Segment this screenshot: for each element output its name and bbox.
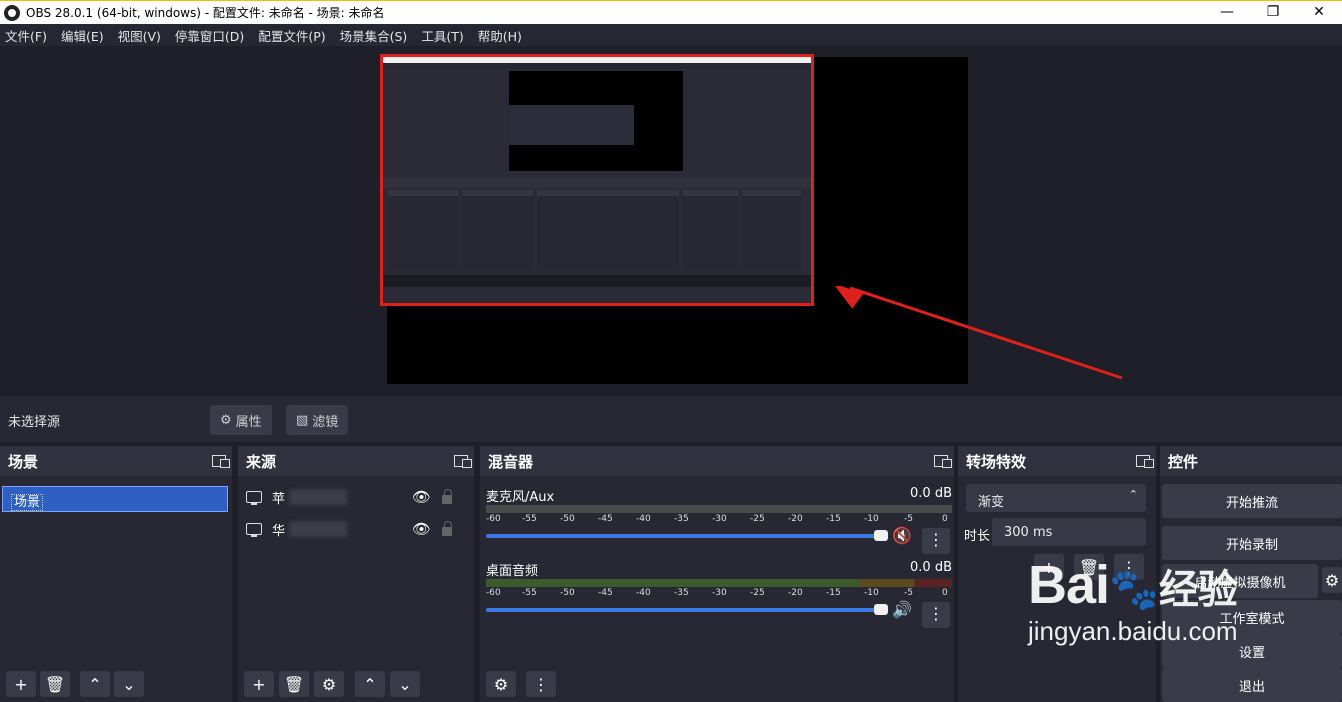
transitions-header: 转场特效 xyxy=(958,446,1156,476)
baidu-jingyan-watermark: Bai🐾经验 jingyan.baidu.com xyxy=(1028,554,1238,647)
undock-icon[interactable] xyxy=(212,455,230,468)
lock-icon[interactable] xyxy=(442,521,452,536)
nested-obs-preview xyxy=(380,54,814,306)
monitor-icon xyxy=(246,523,262,537)
annotation-arrow-icon xyxy=(833,286,1123,380)
duration-value: 300 ms xyxy=(1004,525,1053,540)
undock-icon[interactable] xyxy=(1136,455,1154,468)
paw-icon: 🐾 xyxy=(1109,567,1159,613)
menu-tools[interactable]: 工具(T) xyxy=(415,26,471,45)
exit-button[interactable]: 退出 xyxy=(1162,668,1342,702)
menu-scene-collection[interactable]: 场景集合(S) xyxy=(334,26,416,45)
scenes-header: 场景 xyxy=(0,446,232,476)
eye-icon[interactable]: 👁 xyxy=(412,520,431,538)
source-properties-button[interactable]: ⚙ xyxy=(314,671,344,697)
mixer-header: 混音器 xyxy=(480,446,954,476)
properties-button[interactable]: ⚙ 属性 xyxy=(210,405,272,435)
eye-icon[interactable]: 👁 xyxy=(412,488,431,506)
watermark-brand2: 经验 xyxy=(1158,568,1238,612)
duration-spinbox[interactable]: 300 ms xyxy=(992,518,1146,546)
no-source-label: 未选择源 xyxy=(8,415,61,430)
properties-label: 属性 xyxy=(235,414,262,430)
transition-select[interactable]: 渐变 ⌃ xyxy=(966,484,1146,512)
add-scene-button[interactable]: + xyxy=(6,671,36,697)
track-db: 0.0 dB xyxy=(910,486,952,501)
volume-slider[interactable] xyxy=(486,530,888,541)
chevron-updown-icon: ⌃ xyxy=(1128,488,1138,501)
lock-icon[interactable] xyxy=(442,489,452,504)
track-name: 桌面音频 xyxy=(486,564,539,579)
preview-area xyxy=(0,46,1342,394)
speaker-icon[interactable]: 🔊 xyxy=(892,600,912,619)
add-source-button[interactable]: + xyxy=(244,671,274,697)
controls-header: 控件 xyxy=(1160,446,1342,476)
track-menu-button[interactable]: ⋮ xyxy=(922,602,950,628)
menu-help[interactable]: 帮助(H) xyxy=(472,26,530,45)
minimize-button[interactable]: — xyxy=(1204,1,1250,23)
volume-slider-knob[interactable] xyxy=(874,604,888,615)
gear-icon: ⚙ xyxy=(220,412,232,428)
undock-icon[interactable] xyxy=(934,455,952,468)
watermark-brand: Bai xyxy=(1028,555,1110,615)
obs-logo-icon xyxy=(4,4,20,21)
menu-file[interactable]: 文件(F) xyxy=(0,26,55,45)
move-scene-down-button[interactable]: ⌄ xyxy=(114,671,144,697)
filters-label: 滤镜 xyxy=(312,414,339,430)
menu-view[interactable]: 视图(V) xyxy=(112,26,169,45)
scenes-title: 场景 xyxy=(8,452,39,471)
window-controls: — ❐ ✕ xyxy=(1204,1,1342,23)
close-button[interactable]: ✕ xyxy=(1296,1,1342,23)
maximize-button[interactable]: ❐ xyxy=(1250,1,1296,23)
move-scene-up-button[interactable]: ⌃ xyxy=(80,671,110,697)
title-bar: OBS 28.0.1 (64-bit, windows) - 配置文件: 未命名… xyxy=(0,0,1342,24)
filter-icon: ▧ xyxy=(296,412,309,428)
meter-scale: -60 -55 -50 -45 -40 -35 -30 -25 -20 -15 -10 -5 0 xyxy=(486,514,948,524)
mixer-title: 混音器 xyxy=(488,452,534,471)
controls-title: 控件 xyxy=(1168,452,1199,471)
meter-scale: -60 -55 -50 -45 -40 -35 -30 -25 -20 -15 -10 -5 0 xyxy=(486,588,948,598)
track-name: 麦克风/Aux xyxy=(486,490,555,505)
track-menu-button[interactable]: ⋮ xyxy=(922,528,950,554)
window-title: OBS 28.0.1 (64-bit, windows) - 配置文件: 未命名… xyxy=(26,6,385,20)
scene-item[interactable]: 场景 xyxy=(2,486,228,512)
menu-edit[interactable]: 编辑(E) xyxy=(55,26,112,45)
menu-docks[interactable]: 停靠窗口(D) xyxy=(169,26,252,45)
muted-speaker-icon[interactable]: 🔇 xyxy=(892,526,912,545)
virtual-camera-settings-gear-icon[interactable]: ⚙ xyxy=(1322,567,1342,593)
source-toolbar: 未选择源 ⚙ 属性 ▧ 滤镜 xyxy=(0,396,1342,442)
sources-header: 来源 xyxy=(238,446,474,476)
remove-source-button[interactable]: 🗑 xyxy=(279,671,309,697)
menu-profile[interactable]: 配置文件(P) xyxy=(252,26,333,45)
watermark-url: jingyan.baidu.com xyxy=(1028,616,1238,646)
move-source-up-button[interactable]: ⌃ xyxy=(355,671,385,697)
transition-select-value: 渐变 xyxy=(978,495,1005,510)
scene-item-label: 场景 xyxy=(11,494,44,511)
volume-slider-knob[interactable] xyxy=(874,530,888,541)
sources-title: 来源 xyxy=(246,452,277,471)
sources-dock: 来源 苹 👁 华 👁 + 🗑 ⚙ ⌃ ⌄ xyxy=(238,446,474,702)
track-db: 0.0 dB xyxy=(910,560,952,575)
mixer-dock: 混音器 麦克风/Aux 0.0 dB -60 -55 -50 -45 -40 -35 -30… xyxy=(480,446,954,702)
transitions-title: 转场特效 xyxy=(966,452,1027,471)
volume-slider[interactable] xyxy=(486,604,888,615)
mixer-track-desktop: 桌面音频 0.0 dB -60 -55 -50 -45 -40 -35 -30 -25 -20-… xyxy=(486,560,952,632)
start-streaming-button[interactable]: 开始推流 xyxy=(1162,484,1342,518)
source-item[interactable]: 苹 👁 xyxy=(246,486,466,508)
source-item-label: 苹 xyxy=(272,491,286,507)
move-source-down-button[interactable]: ⌄ xyxy=(390,671,420,697)
volume-meter xyxy=(486,505,952,513)
mixer-menu-button[interactable]: ⋮ xyxy=(526,671,556,697)
audio-settings-button[interactable]: ⚙ xyxy=(486,671,516,697)
monitor-icon xyxy=(246,491,262,505)
duration-label: 时长 xyxy=(964,529,991,544)
mixer-track-mic: 麦克风/Aux 0.0 dB -60 -55 -50 -45 -40 -35 -30 -25-… xyxy=(486,486,952,558)
scenes-dock: 场景 场景 + 🗑 ⌃ ⌄ xyxy=(0,446,232,702)
source-item[interactable]: 华 👁 xyxy=(246,518,466,540)
volume-meter xyxy=(486,579,952,587)
filters-button[interactable]: ▧ 滤镜 xyxy=(286,405,349,435)
menu-bar: 文件(F) 编辑(E) 视图(V) 停靠窗口(D) 配置文件(P) 场景集合(S… xyxy=(0,24,1342,46)
remove-scene-button[interactable]: 🗑 xyxy=(40,671,70,697)
source-item-label: 华 xyxy=(272,523,286,539)
undock-icon[interactable] xyxy=(454,455,472,468)
